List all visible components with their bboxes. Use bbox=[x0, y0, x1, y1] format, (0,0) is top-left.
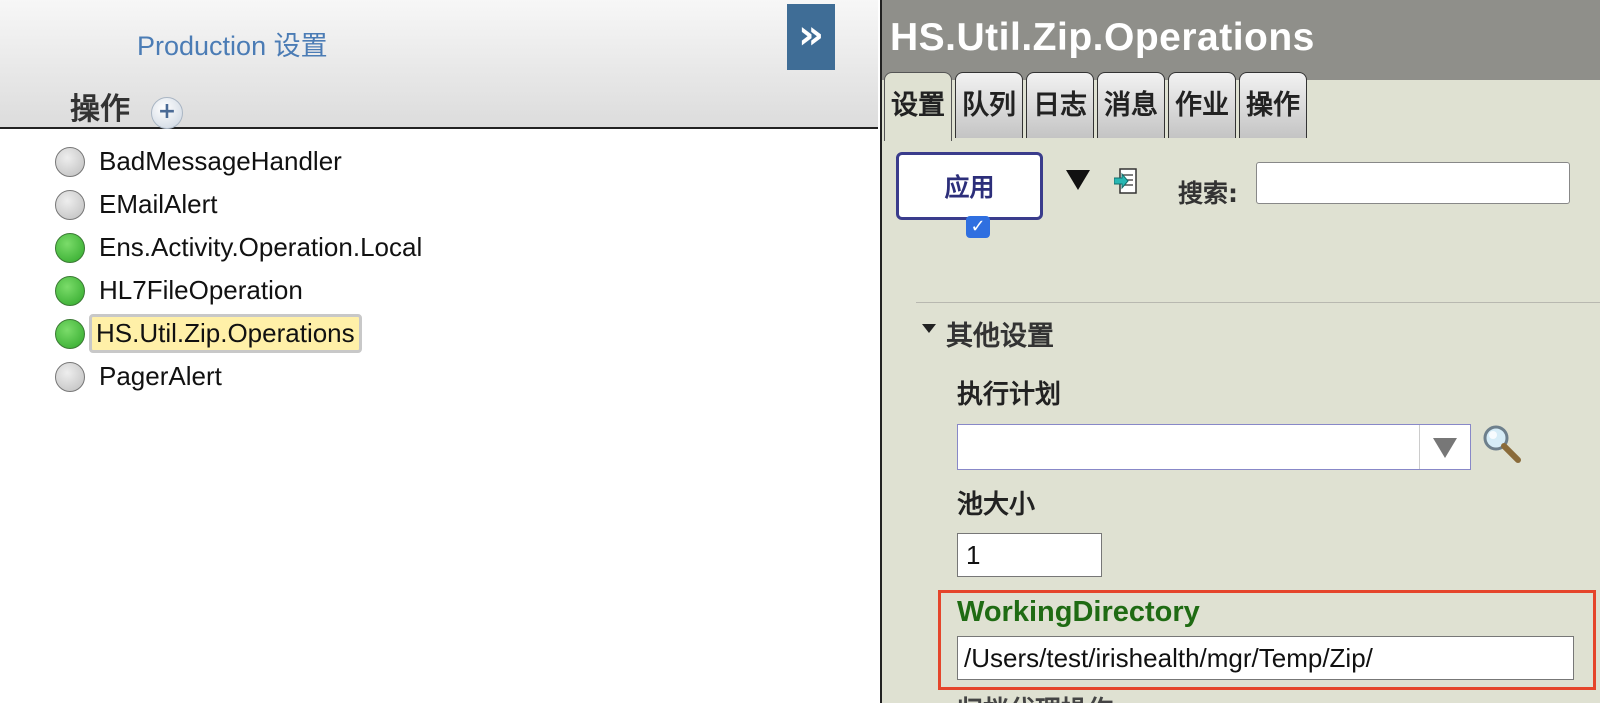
tab-messages[interactable]: 消息 bbox=[1097, 72, 1165, 138]
tab-jobs[interactable]: 作业 bbox=[1168, 72, 1236, 138]
apply-button[interactable]: 应用 bbox=[896, 152, 1043, 220]
status-indicator-icon bbox=[55, 232, 85, 263]
expand-panel-button[interactable]: » bbox=[787, 4, 835, 70]
pool-size-input[interactable]: 1 bbox=[957, 533, 1102, 577]
list-item[interactable]: EMailAlert bbox=[55, 183, 426, 226]
schedule-select[interactable] bbox=[957, 424, 1471, 470]
pool-size-label: 池大小 bbox=[957, 490, 1036, 520]
production-settings-link[interactable]: Production 设置 bbox=[137, 24, 328, 63]
search-input[interactable] bbox=[1256, 162, 1570, 204]
status-indicator-icon bbox=[55, 318, 85, 349]
operation-label[interactable]: PagerAlert bbox=[95, 359, 226, 394]
working-directory-label: WorkingDirectory bbox=[957, 596, 1200, 628]
schedule-label: 执行计划 bbox=[957, 380, 1062, 410]
operations-list: BadMessageHandler EMailAlert Ens.Activit… bbox=[55, 140, 426, 398]
operation-label[interactable]: HL7FileOperation bbox=[95, 273, 307, 308]
checkbox-checked-icon[interactable]: ✓ bbox=[966, 216, 990, 238]
settings-panel: HS.Util.Zip.Operations 设置 队列 日志 消息 作业 操作… bbox=[880, 0, 1600, 703]
operation-label[interactable]: EMailAlert bbox=[95, 187, 221, 222]
settings-tabs: 设置 队列 日志 消息 作业 操作 bbox=[884, 72, 1310, 141]
operations-section-label: 操作 bbox=[70, 92, 130, 127]
add-operation-icon[interactable]: + bbox=[151, 97, 183, 129]
list-item[interactable]: Ens.Activity.Operation.Local bbox=[55, 226, 426, 269]
select-arrow-button[interactable] bbox=[1419, 425, 1470, 469]
triangle-down-icon[interactable] bbox=[1066, 170, 1090, 190]
list-item[interactable]: HL7FileOperation bbox=[55, 269, 426, 312]
list-item[interactable]: BadMessageHandler bbox=[55, 140, 426, 183]
tab-log[interactable]: 日志 bbox=[1026, 72, 1094, 138]
document-arrow-icon[interactable] bbox=[1114, 166, 1140, 198]
settings-title-bar: HS.Util.Zip.Operations bbox=[882, 0, 1600, 80]
tab-queue[interactable]: 队列 bbox=[955, 72, 1023, 138]
list-item[interactable]: PagerAlert bbox=[55, 355, 426, 398]
tab-actions[interactable]: 操作 bbox=[1239, 72, 1307, 138]
collapse-caret-icon[interactable] bbox=[922, 324, 936, 333]
operation-label[interactable]: HS.Util.Zip.Operations bbox=[89, 314, 362, 353]
next-setting-label: 归档代理操作 bbox=[957, 694, 1137, 703]
other-settings-group-label[interactable]: 其他设置 bbox=[946, 314, 1054, 353]
status-indicator-icon bbox=[55, 361, 85, 392]
next-setting-label-text: 归档代理操作 bbox=[957, 694, 1137, 703]
list-item-selected[interactable]: HS.Util.Zip.Operations bbox=[55, 312, 426, 355]
search-label: 搜索: bbox=[1178, 179, 1238, 208]
status-indicator-icon bbox=[55, 189, 85, 220]
tab-settings[interactable]: 设置 bbox=[884, 72, 952, 141]
status-indicator-icon bbox=[55, 146, 85, 177]
settings-title: HS.Util.Zip.Operations bbox=[890, 16, 1315, 59]
production-panel: Production 设置 操作 + » BadMessageHandler E… bbox=[0, 0, 878, 703]
working-directory-input[interactable]: /Users/test/irishealth/mgr/Temp/Zip/ bbox=[957, 636, 1574, 680]
operation-label[interactable]: Ens.Activity.Operation.Local bbox=[95, 230, 426, 265]
operation-label[interactable]: BadMessageHandler bbox=[95, 144, 346, 179]
magnifier-icon[interactable] bbox=[1480, 422, 1524, 466]
chevron-down-icon bbox=[1433, 438, 1457, 458]
status-indicator-icon bbox=[55, 275, 85, 306]
production-header: Production 设置 操作 + bbox=[0, 0, 878, 129]
section-divider bbox=[916, 302, 1600, 303]
